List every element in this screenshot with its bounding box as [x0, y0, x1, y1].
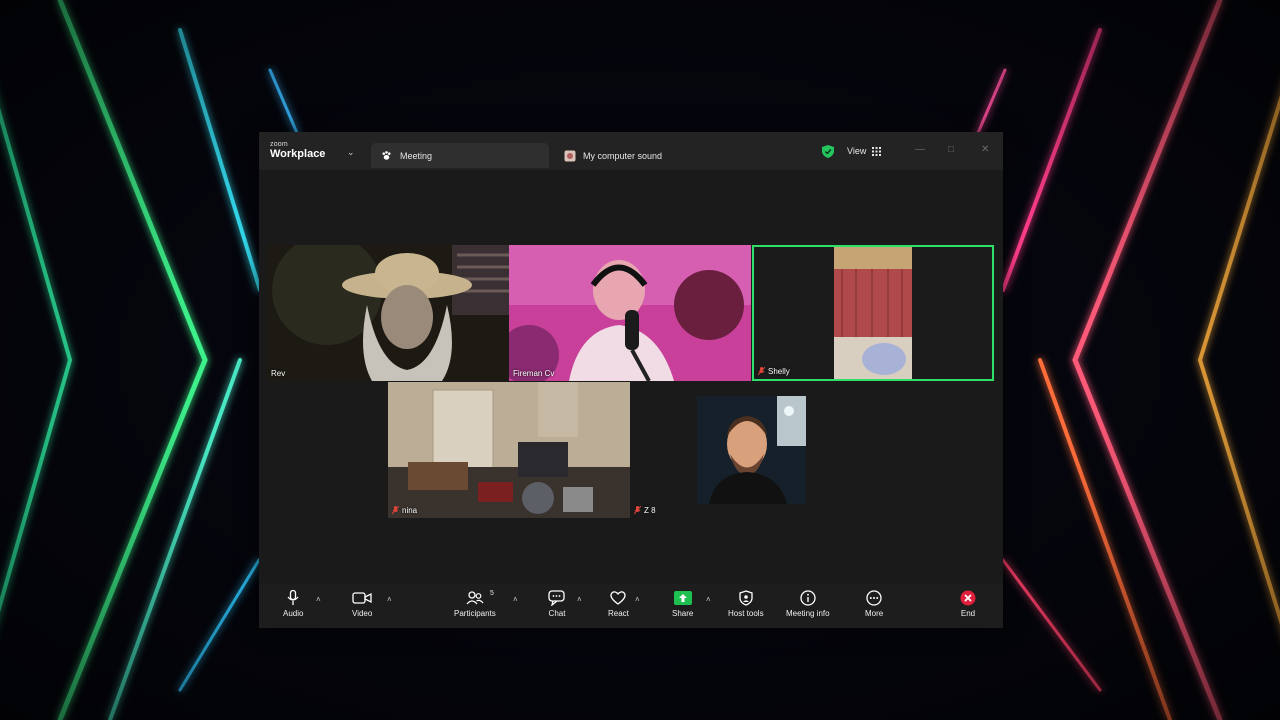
participant-video — [267, 245, 509, 381]
tab-computer-sound[interactable]: My computer sound — [564, 143, 764, 168]
participant-name: Fireman Cv — [513, 369, 555, 378]
video-tile[interactable]: Z 8 — [630, 382, 690, 518]
tab-meeting-label: Meeting — [400, 150, 433, 161]
meeting-toolbar: Audio ˄ Video ˄ Participants 5 ˄ Chat ˄ … — [259, 584, 1003, 628]
share-options-chevron-icon[interactable]: ˄ — [706, 595, 711, 604]
video-label: Video — [352, 609, 373, 618]
app-thumbnail-icon — [564, 150, 576, 161]
meeting-info-label: Meeting info — [786, 609, 830, 618]
video-tile[interactable]: Rev — [267, 245, 509, 381]
view-label: View — [847, 146, 867, 156]
tab-meeting[interactable]: Meeting — [371, 143, 549, 168]
share-label: Share — [672, 609, 694, 618]
more-button[interactable]: More — [865, 590, 883, 618]
chat-options-chevron-icon[interactable]: ˄ — [577, 595, 582, 604]
audio-options-chevron-icon[interactable]: ˄ — [316, 595, 321, 604]
participant-video — [834, 247, 912, 379]
chat-button[interactable]: Chat — [548, 590, 566, 618]
zoom-workplace-logo[interactable]: zoom Workplace — [270, 141, 325, 160]
participant-video — [388, 382, 630, 518]
react-options-chevron-icon[interactable]: ˄ — [635, 595, 640, 604]
more-label: More — [865, 609, 884, 618]
participants-label: Participants — [454, 609, 496, 618]
video-tile[interactable] — [697, 396, 806, 504]
heart-icon — [610, 591, 627, 605]
share-button[interactable]: Share — [672, 590, 693, 618]
host-tools-label: Host tools — [728, 609, 764, 618]
host-shield-icon — [739, 590, 753, 606]
chat-label: Chat — [548, 609, 566, 618]
meeting-info-button[interactable]: Meeting info — [786, 590, 830, 618]
participant-video — [697, 396, 806, 504]
audio-button[interactable]: Audio — [283, 590, 303, 618]
end-x-icon — [960, 590, 976, 606]
participant-name: nina — [402, 506, 418, 515]
end-meeting-button[interactable]: End — [960, 590, 976, 618]
video-tile[interactable]: nina — [388, 382, 630, 518]
brand-workplace-text: Workplace — [270, 148, 326, 160]
video-camera-icon — [352, 592, 372, 604]
video-button[interactable]: Video — [352, 590, 372, 618]
video-gallery: Rev Fireman Cv Shelly nina Z 8 — [259, 170, 1003, 584]
close-icon[interactable]: ✕ — [981, 144, 989, 155]
participant-video — [509, 245, 751, 381]
microphone-icon — [287, 590, 299, 605]
zoom-window: zoom Workplace ⌄ Meeting My computer sou… — [259, 132, 1003, 628]
audio-label: Audio — [283, 609, 304, 618]
minimize-icon[interactable]: — — [915, 144, 925, 155]
participant-name-tag: Fireman Cv — [513, 369, 554, 378]
participant-name-tag: Rev — [271, 369, 285, 378]
participant-name: Z 8 — [644, 506, 656, 515]
participant-name: Rev — [271, 369, 286, 378]
video-tile[interactable]: Fireman Cv — [509, 245, 751, 381]
video-options-chevron-icon[interactable]: ˄ — [387, 595, 392, 604]
paw-icon — [382, 151, 391, 160]
participant-name: Shelly — [768, 367, 790, 376]
maximize-icon[interactable]: □ — [948, 144, 954, 155]
brand-zoom-text: zoom — [270, 141, 288, 148]
title-bar: zoom Workplace ⌄ Meeting My computer sou… — [259, 132, 1003, 170]
react-label: React — [608, 609, 629, 618]
video-tile-active-speaker[interactable]: Shelly — [752, 245, 994, 381]
host-tools-button[interactable]: Host tools — [728, 590, 764, 618]
share-screen-icon — [673, 591, 692, 605]
encryption-shield-icon[interactable] — [822, 145, 834, 158]
muted-mic-icon — [758, 367, 765, 376]
info-icon — [800, 590, 816, 606]
tab-sound-label: My computer sound — [583, 150, 663, 161]
participants-count-badge: 5 — [490, 590, 494, 597]
participant-name-tag: nina — [392, 506, 417, 515]
end-label: End — [960, 609, 976, 618]
more-dots-icon — [866, 590, 882, 606]
participants-options-chevron-icon[interactable]: ˄ — [513, 595, 518, 604]
view-button[interactable]: View — [847, 146, 882, 156]
react-button[interactable]: React — [608, 590, 629, 618]
chat-bubble-icon — [548, 590, 565, 606]
grid-icon — [872, 146, 882, 156]
muted-mic-icon — [634, 506, 641, 515]
chevron-down-icon[interactable]: ⌄ — [347, 147, 355, 158]
muted-mic-icon — [392, 506, 399, 515]
participants-icon — [466, 591, 484, 605]
participant-name-tag: Shelly — [758, 367, 790, 376]
participant-name-tag: Z 8 — [634, 506, 656, 515]
